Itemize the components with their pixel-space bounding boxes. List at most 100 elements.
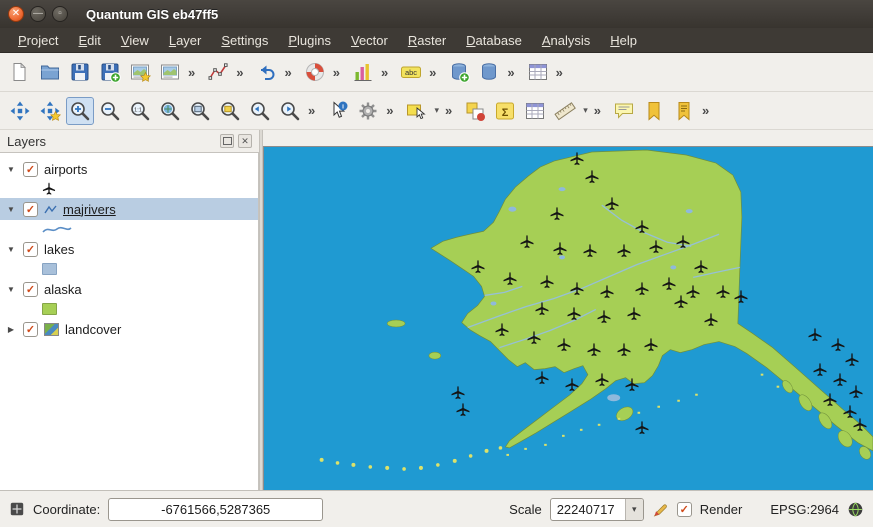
help-contents-icon[interactable] bbox=[301, 58, 329, 86]
toolbar-overflow-icon[interactable] bbox=[378, 65, 393, 80]
field-calculator-icon[interactable]: Σ bbox=[491, 97, 519, 125]
show-bookmarks-icon[interactable] bbox=[670, 97, 698, 125]
measure-dropdown-icon[interactable] bbox=[580, 105, 591, 116]
layer-item-lakes[interactable]: lakes bbox=[0, 238, 258, 260]
labeling-icon[interactable]: abc bbox=[397, 58, 425, 86]
toolbar-overflow-icon[interactable] bbox=[281, 65, 296, 80]
save-project-as-icon[interactable] bbox=[96, 58, 124, 86]
maximize-button[interactable]: ▫ bbox=[52, 6, 68, 22]
toolbar-overflow-icon[interactable] bbox=[699, 103, 714, 118]
layer-visibility-checkbox[interactable] bbox=[23, 322, 38, 337]
attribute-bars-icon[interactable] bbox=[524, 58, 552, 86]
layer-visibility-checkbox[interactable] bbox=[23, 242, 38, 257]
layer-expander-icon[interactable] bbox=[5, 325, 17, 334]
scale-value[interactable]: 22240717 bbox=[551, 499, 625, 520]
svg-text:i: i bbox=[342, 103, 344, 110]
toolbar-overflow-icon[interactable] bbox=[591, 103, 606, 118]
layer-item-landcover[interactable]: landcover bbox=[0, 318, 258, 340]
zoom-next-icon[interactable] bbox=[276, 97, 304, 125]
add-postgis-layer-icon[interactable] bbox=[445, 58, 473, 86]
scale-dropdown-icon[interactable] bbox=[625, 499, 643, 520]
new-bookmark-icon[interactable] bbox=[640, 97, 668, 125]
coordinate-input[interactable] bbox=[108, 498, 323, 521]
layer-expander-icon[interactable] bbox=[5, 285, 17, 294]
layer-item-airports[interactable]: airports bbox=[0, 158, 258, 180]
zoom-to-selection-icon[interactable] bbox=[216, 97, 244, 125]
menu-vector[interactable]: Vector bbox=[341, 30, 398, 51]
menu-database[interactable]: Database bbox=[456, 30, 532, 51]
toolbar-overflow-icon[interactable] bbox=[185, 65, 200, 80]
dock-float-icon[interactable] bbox=[220, 134, 234, 148]
crs-status-icon[interactable] bbox=[847, 501, 864, 518]
menu-project[interactable]: Project bbox=[8, 30, 68, 51]
menu-view[interactable]: View bbox=[111, 30, 159, 51]
airport-marker bbox=[616, 244, 631, 259]
layer-visibility-checkbox[interactable] bbox=[23, 162, 38, 177]
menu-edit[interactable]: Edit bbox=[68, 30, 110, 51]
map-tips-icon[interactable] bbox=[610, 97, 638, 125]
layer-label[interactable]: landcover bbox=[65, 322, 121, 337]
toolbar-overflow-icon[interactable] bbox=[383, 103, 398, 118]
render-checkbox[interactable] bbox=[677, 502, 692, 517]
layer-visibility-checkbox[interactable] bbox=[23, 282, 38, 297]
toolbar-overflow-icon[interactable] bbox=[305, 103, 320, 118]
new-print-composer-icon[interactable] bbox=[126, 58, 154, 86]
layer-expander-icon[interactable] bbox=[5, 165, 17, 174]
pan-map-icon[interactable] bbox=[6, 97, 34, 125]
airport-marker bbox=[599, 285, 614, 300]
pan-to-selection-icon[interactable] bbox=[36, 97, 64, 125]
toolbar-overflow-icon[interactable] bbox=[233, 65, 248, 80]
close-button[interactable]: ✕ bbox=[8, 6, 24, 22]
select-dropdown-icon[interactable] bbox=[431, 105, 442, 116]
render-label: Render bbox=[700, 502, 743, 517]
layer-expander-icon[interactable] bbox=[5, 205, 17, 214]
capture-line-icon[interactable] bbox=[204, 58, 232, 86]
menu-settings[interactable]: Settings bbox=[211, 30, 278, 51]
layer-label[interactable]: airports bbox=[44, 162, 87, 177]
map-canvas[interactable] bbox=[263, 146, 873, 490]
open-project-icon[interactable] bbox=[36, 58, 64, 86]
raster-histogram-icon[interactable] bbox=[349, 58, 377, 86]
toolbar-overflow-icon[interactable] bbox=[442, 103, 457, 118]
layer-visibility-checkbox[interactable] bbox=[23, 202, 38, 217]
menu-layer[interactable]: Layer bbox=[159, 30, 212, 51]
layer-label[interactable]: alaska bbox=[44, 282, 82, 297]
zoom-out-icon[interactable] bbox=[96, 97, 124, 125]
layer-label[interactable]: lakes bbox=[44, 242, 74, 257]
toolbar-overflow-icon[interactable] bbox=[330, 65, 345, 80]
layer-expander-icon[interactable] bbox=[5, 245, 17, 254]
toolbar-overflow-icon[interactable] bbox=[426, 65, 441, 80]
extent-toggle-icon[interactable] bbox=[9, 501, 25, 517]
select-features-icon[interactable] bbox=[402, 97, 430, 125]
undo-icon[interactable] bbox=[252, 58, 280, 86]
save-project-icon[interactable] bbox=[66, 58, 94, 86]
render-paint-icon[interactable] bbox=[652, 501, 669, 518]
zoom-actual-icon[interactable]: 1:1 bbox=[126, 97, 154, 125]
zoom-to-layer-icon[interactable] bbox=[186, 97, 214, 125]
zoom-full-icon[interactable] bbox=[156, 97, 184, 125]
airport-marker bbox=[550, 207, 565, 222]
add-spatialite-layer-icon[interactable] bbox=[475, 58, 503, 86]
identify-features-icon[interactable]: i bbox=[324, 97, 352, 125]
zoom-last-icon[interactable] bbox=[246, 97, 274, 125]
layer-item-alaska[interactable]: alaska bbox=[0, 278, 258, 300]
menu-analysis[interactable]: Analysis bbox=[532, 30, 600, 51]
measure-line-icon[interactable] bbox=[551, 97, 579, 125]
layer-item-majrivers[interactable]: majrivers bbox=[0, 198, 258, 220]
deselect-features-icon[interactable] bbox=[461, 97, 489, 125]
layer-label[interactable]: majrivers bbox=[63, 202, 116, 217]
dock-close-icon[interactable] bbox=[238, 134, 252, 148]
zoom-in-icon[interactable] bbox=[66, 97, 94, 125]
options-icon[interactable] bbox=[354, 97, 382, 125]
minimize-button[interactable]: — bbox=[30, 6, 46, 22]
airport-marker bbox=[495, 322, 510, 337]
menu-raster[interactable]: Raster bbox=[398, 30, 456, 51]
toolbar-overflow-icon[interactable] bbox=[553, 65, 568, 80]
scale-combo[interactable]: 22240717 bbox=[550, 498, 644, 521]
toolbar-overflow-icon[interactable] bbox=[504, 65, 519, 80]
composer-manager-icon[interactable] bbox=[156, 58, 184, 86]
menu-help[interactable]: Help bbox=[600, 30, 647, 51]
open-attribute-table-icon[interactable] bbox=[521, 97, 549, 125]
menu-plugins[interactable]: Plugins bbox=[278, 30, 341, 51]
new-project-icon[interactable] bbox=[6, 58, 34, 86]
